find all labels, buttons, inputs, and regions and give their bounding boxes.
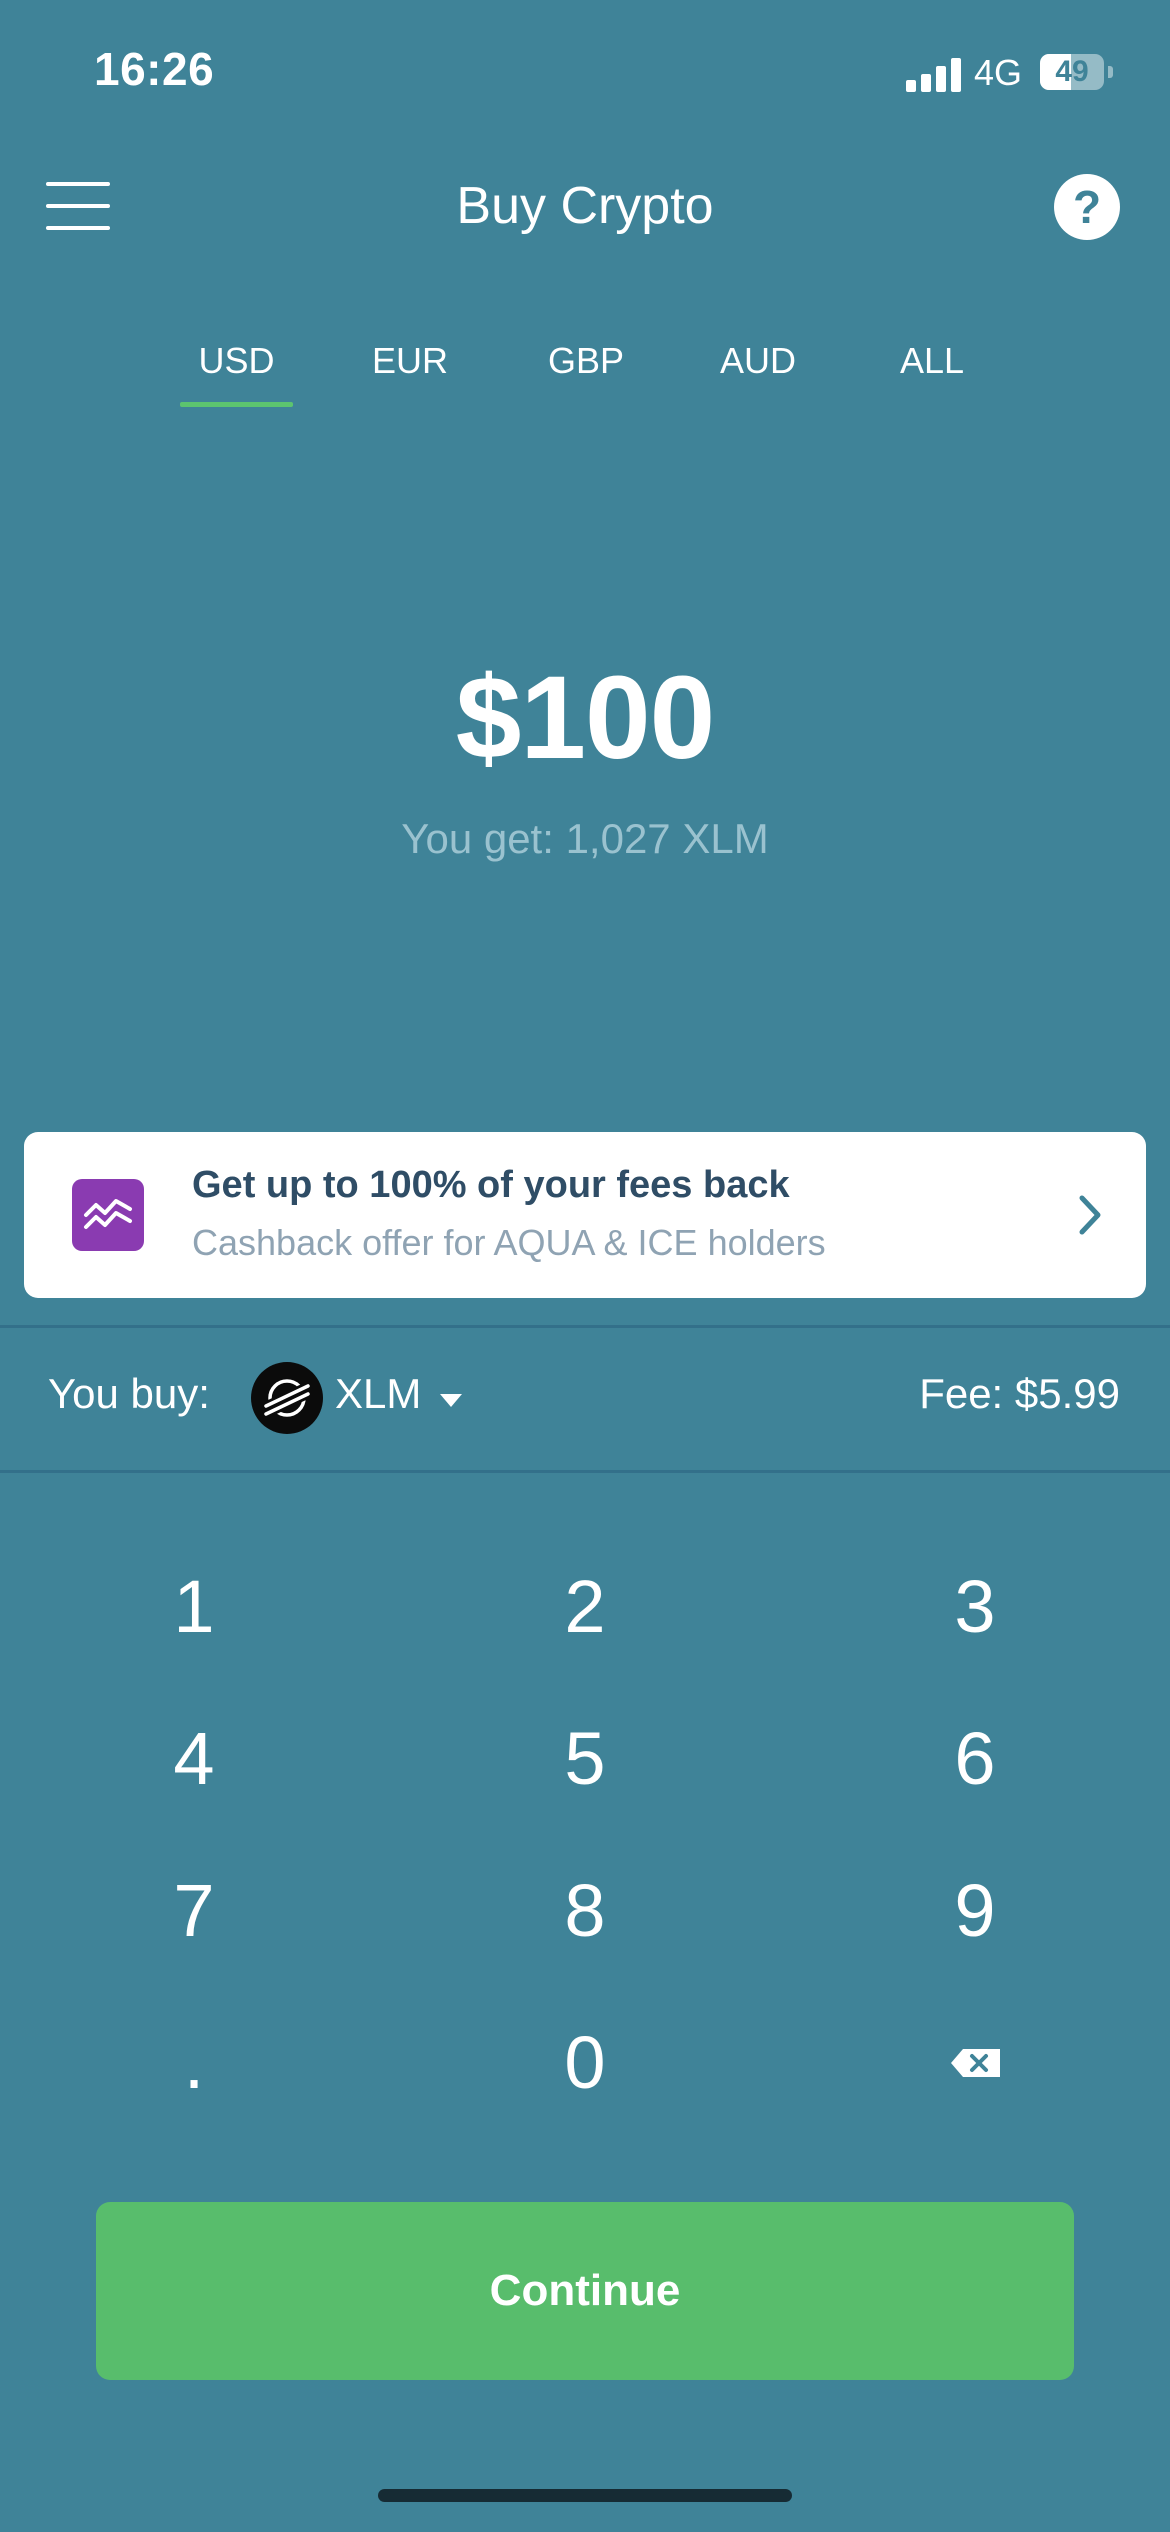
key-0[interactable]: 0 (465, 2008, 705, 2118)
menu-icon-line (46, 226, 110, 230)
chart-wave-icon (72, 1179, 144, 1251)
menu-icon-line (46, 182, 110, 186)
tab-label: AUD (719, 340, 796, 381)
backspace-icon (951, 2049, 1000, 2077)
you-buy-label: You buy: (48, 1370, 210, 1417)
promo-title: Get up to 100% of your fees back (192, 1164, 790, 1206)
key-5[interactable]: 5 (465, 1704, 705, 1814)
help-button[interactable]: ? (1054, 174, 1120, 240)
key-2[interactable]: 2 (465, 1552, 705, 1662)
key-7[interactable]: 7 (74, 1856, 314, 1966)
backspace-button[interactable] (855, 2008, 1095, 2118)
battery-level: 49 (1055, 55, 1089, 88)
tab-usd[interactable]: USD (180, 335, 293, 407)
tab-label: GBP (547, 340, 625, 381)
chevron-right-icon (1079, 1195, 1101, 1235)
stellar-icon (251, 1362, 323, 1434)
key-6[interactable]: 6 (855, 1704, 1095, 1814)
coin-name: XLM (335, 1370, 422, 1417)
tab-gbp[interactable]: GBP (536, 335, 636, 407)
key-3[interactable]: 3 (855, 1552, 1095, 1662)
divider (0, 1325, 1170, 1328)
network-label: 4G (974, 52, 1023, 93)
battery-icon: 49 (1040, 54, 1104, 90)
tab-label: USD (198, 340, 275, 381)
help-icon: ? (1072, 181, 1102, 233)
key-decimal[interactable]: . (74, 2008, 314, 2118)
active-tab-indicator (180, 402, 293, 407)
home-indicator (378, 2489, 792, 2502)
status-time: 16:26 (94, 43, 215, 95)
cashback-promo-card[interactable]: Get up to 100% of your fees back Cashbac… (24, 1132, 1146, 1298)
menu-icon-line (46, 204, 110, 208)
promo-subtitle: Cashback offer for AQUA & ICE holders (192, 1222, 826, 1263)
chevron-down-icon (440, 1394, 462, 1407)
tab-label: EUR (371, 340, 448, 381)
currency-tabs: USD EUR GBP AUD ALL (0, 335, 1170, 415)
key-9[interactable]: 9 (855, 1856, 1095, 1966)
tab-all[interactable]: ALL (882, 335, 982, 407)
page-title: Buy Crypto (456, 177, 714, 235)
tab-aud[interactable]: AUD (708, 335, 808, 407)
tab-label: ALL (899, 340, 965, 381)
fee-label: Fee: $5.99 (919, 1370, 1120, 1417)
battery-nub (1108, 66, 1113, 78)
you-get-text: You get: 1,027 XLM (401, 815, 769, 862)
divider (0, 1470, 1170, 1473)
menu-button[interactable] (46, 178, 112, 234)
signal-icon (906, 56, 964, 92)
key-1[interactable]: 1 (74, 1552, 314, 1662)
continue-button[interactable]: Continue (96, 2202, 1074, 2380)
amount-display: $100 (455, 652, 716, 784)
key-8[interactable]: 8 (465, 1856, 705, 1966)
tab-eur[interactable]: EUR (360, 335, 460, 407)
key-4[interactable]: 4 (74, 1704, 314, 1814)
